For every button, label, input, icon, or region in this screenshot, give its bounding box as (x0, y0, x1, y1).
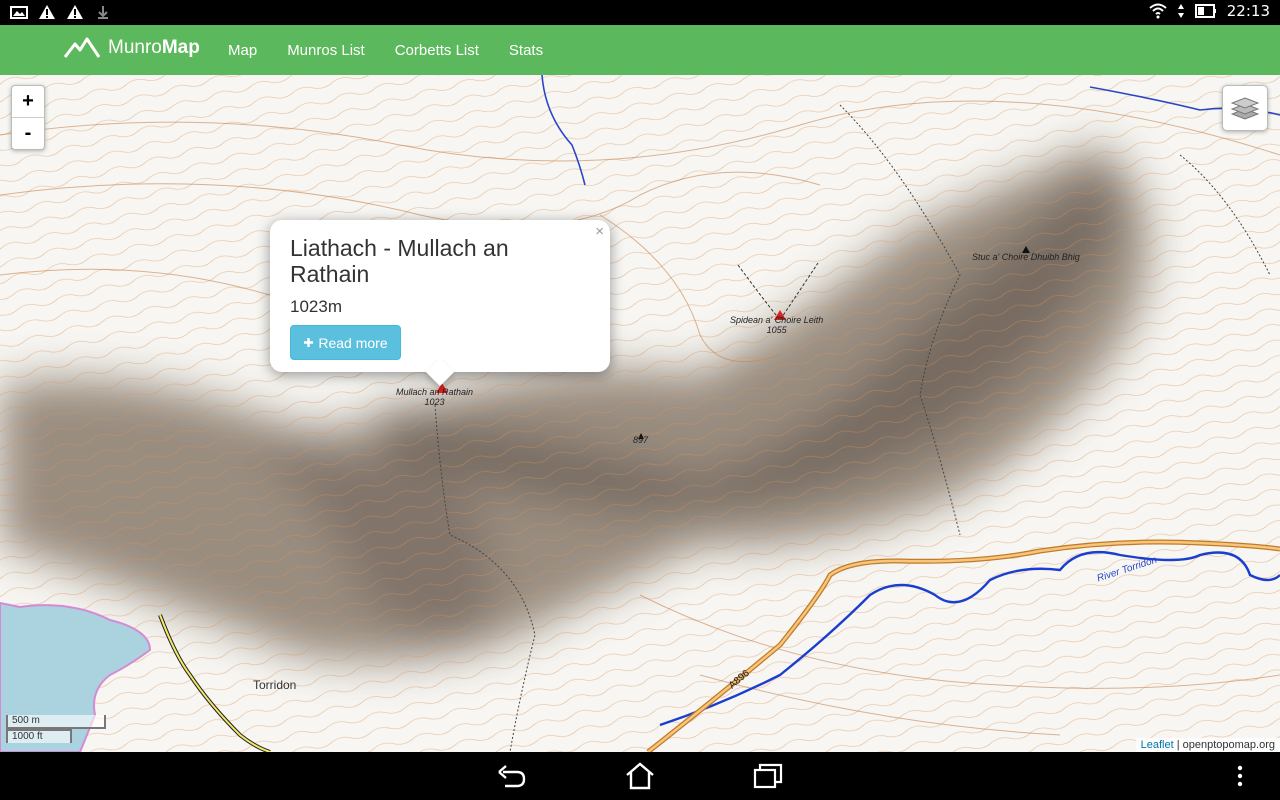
layers-icon (1231, 97, 1259, 120)
nav-link-corbetts-list[interactable]: Corbetts List (395, 42, 479, 59)
mountain-logo-icon (64, 37, 100, 58)
popup-title: Liathach - Mullach an Rathain (290, 235, 509, 287)
warning-icon (39, 5, 55, 19)
map-view[interactable]: Mullach an Rathain 1023 Spidean a' Choire… (0, 75, 1280, 752)
read-more-label: Read more (318, 334, 388, 351)
map-attribution: Leaflet | openptopomap.org (1135, 738, 1280, 752)
read-more-button[interactable]: Read more (290, 325, 401, 360)
recent-apps-icon (753, 763, 783, 789)
image-icon (10, 6, 28, 19)
system-nav-bar (0, 752, 1280, 800)
peak-label-spidean: Spidean a' Choire Leith 1055 (730, 315, 824, 335)
wifi-icon (1149, 3, 1167, 19)
zoom-control: + - (11, 85, 45, 150)
overflow-menu-button[interactable] (1225, 762, 1255, 790)
clock: 22:13 (1226, 2, 1270, 20)
overflow-menu-icon (1237, 765, 1243, 787)
nav-link-munros-list[interactable]: Munros List (287, 42, 365, 59)
peak-label-mullach: Mullach an Rathain 1023 (396, 387, 474, 407)
zoom-out-button[interactable]: - (12, 117, 44, 149)
popup-close-button[interactable]: × (595, 223, 604, 240)
home-button[interactable] (625, 762, 655, 790)
nav-link-stats[interactable]: Stats (509, 42, 543, 59)
scale-imperial: 1000 ft (6, 729, 72, 743)
status-bar: 22:13 (0, 0, 1280, 25)
signal-arrows-icon (1177, 4, 1184, 18)
peak-label-stuc: Stuc a' Choire Dhuibh Bhig (972, 252, 1080, 262)
plus-icon (304, 338, 314, 347)
scale-metric: 500 m (6, 715, 106, 729)
popup-height: 1023m (290, 297, 342, 316)
attribution-separator: | (1176, 739, 1180, 751)
battery-icon (1194, 4, 1216, 18)
warning-icon (67, 5, 83, 19)
home-icon (626, 762, 654, 790)
back-button[interactable] (497, 762, 527, 790)
place-label-torridon: Torridon (253, 678, 297, 692)
brand[interactable]: MunroMap (64, 37, 200, 59)
navbar: MunroMap Map Munros List Corbetts List S… (0, 25, 1280, 75)
leaflet-link[interactable]: Leaflet (1141, 739, 1174, 751)
peak-popup: × Liathach - Mullach an Rathain 1023m Re… (270, 220, 610, 387)
topo-map-tiles (0, 75, 1280, 752)
download-icon (98, 6, 108, 19)
zoom-in-button[interactable]: + (12, 86, 44, 117)
brand-bold: Map (161, 37, 200, 58)
attribution-source: openptopomap.org (1182, 739, 1275, 751)
layers-button[interactable] (1222, 85, 1268, 131)
back-icon (498, 765, 526, 788)
brand-prefix: Munro (108, 37, 162, 58)
scale-bar: 500 m 1000 ft (6, 715, 106, 743)
spot-height-label: 897 (633, 435, 649, 445)
recent-apps-button[interactable] (753, 762, 783, 790)
nav-link-map[interactable]: Map (228, 42, 257, 59)
